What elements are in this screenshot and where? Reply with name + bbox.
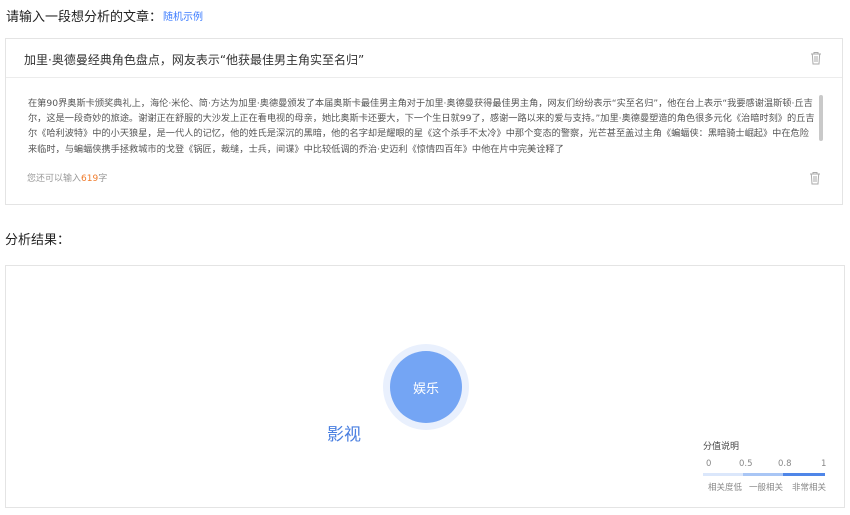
char-counter: 您还可以输入619字 [27,171,107,184]
legend-segment-low [703,473,743,476]
trash-icon[interactable] [809,171,821,185]
category-label: 影视 [327,425,361,445]
legend-labels: 相关度低 一般相关 非常相关 [703,481,827,493]
legend-tick: 0.8 [778,459,792,469]
score-legend: 分值说明 0 0.5 0.8 1 相关度低 一般相关 非常相关 [703,439,827,493]
result-panel: 娱乐 影视 分值说明 0 0.5 0.8 1 相关度低 一般相关 非常相关 [5,265,845,508]
legend-tick: 0.5 [739,459,753,469]
article-input-box[interactable]: 加里·奥德曼经典角色盘点，网友表示“他获最佳男主角实至名归” 在第90界奥斯卡颁… [5,38,843,205]
article-scrollbar[interactable] [819,95,823,141]
bubble-halo: 娱乐 [383,344,469,430]
legend-tick: 0 [706,459,712,469]
legend-tick: 1 [821,459,827,469]
char-counter-suffix: 字 [98,174,108,184]
legend-ticks: 0 0.5 0.8 1 [703,459,827,471]
article-title[interactable]: 加里·奥德曼经典角色盘点，网友表示“他获最佳男主角实至名归” [24,51,364,68]
legend-segment-high [783,473,825,476]
char-counter-value: 619 [81,174,99,184]
legend-bar [703,473,825,476]
random-sample-link[interactable]: 随机示例 [163,8,203,23]
topic-bubble[interactable]: 娱乐 [390,351,462,423]
legend-label: 相关度低 [708,483,743,493]
trash-icon[interactable] [810,51,822,65]
legend-segment-mid [743,473,783,476]
result-label: 分析结果： [5,233,71,248]
article-title-row: 加里·奥德曼经典角色盘点，网友表示“他获最佳男主角实至名归” [6,39,842,78]
topic-bubble-label: 娱乐 [412,381,439,397]
legend-label: 非常相关 [792,483,827,493]
prompt-label: 请输入一段想分析的文章： [6,10,163,25]
char-counter-prefix: 您还可以输入 [27,174,82,184]
article-textarea[interactable]: 在第90界奥斯卡颁奖典礼上，海伦·米伦、简·方达为加里·奥德曼颁发了本届奥斯卡最… [28,96,818,168]
legend-label: 一般相关 [749,483,784,493]
legend-title: 分值说明 [703,442,740,452]
